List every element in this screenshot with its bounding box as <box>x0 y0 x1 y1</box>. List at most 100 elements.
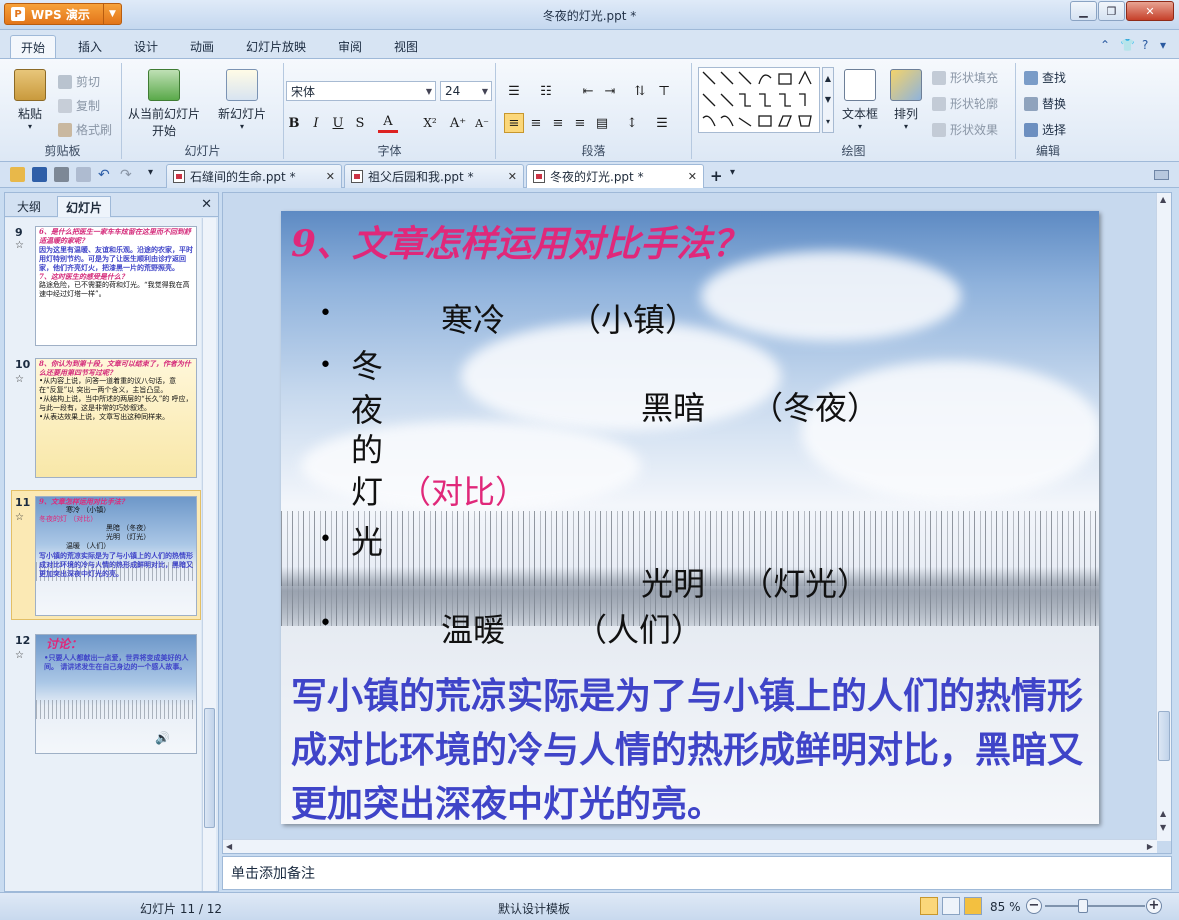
find-button[interactable]: 查找 <box>1024 69 1066 86</box>
ribbon-collapse-icon[interactable]: ⌃ <box>1100 38 1110 52</box>
new-slide-button[interactable]: 新幻灯片 ▾ <box>218 69 266 131</box>
redo-icon[interactable]: ↷ <box>120 167 135 183</box>
slide-sorter-icon[interactable] <box>942 897 960 915</box>
font-color-button[interactable]: A <box>378 113 398 133</box>
shrink-font-icon[interactable]: A⁻ <box>472 113 492 133</box>
options-chevron-icon[interactable]: ▾ <box>1160 38 1166 52</box>
tab-slides[interactable]: 幻灯片 <box>57 196 112 217</box>
tab-home[interactable]: 开始 <box>10 35 57 58</box>
summary-text[interactable]: 写小镇的荒凉实际是为了与小镇上的人们的热情形成对比环境的冷与人情的热形成鲜明对比… <box>291 669 1091 824</box>
tab-design[interactable]: 设计 <box>124 35 168 58</box>
slide-thumbnail-12[interactable]: 讨论： •只要人人都献出一点爱，世界将变成美好的人间。 请讲述发生在自己身边的一… <box>35 634 197 754</box>
cut-button[interactable]: 剪切 <box>58 73 100 90</box>
close-icon[interactable]: ✕ <box>201 197 212 212</box>
minimize-button[interactable]: ▁ <box>1070 1 1097 21</box>
text-small-town[interactable]: （小镇） <box>569 295 697 341</box>
close-icon[interactable]: ✕ <box>508 170 517 183</box>
help-icon[interactable]: ? <box>1142 38 1148 52</box>
underline-button[interactable]: U <box>328 113 348 133</box>
customize-toolbar-icon[interactable]: ▾ <box>148 167 163 182</box>
vertical-char-4[interactable]: 灯 <box>351 467 383 513</box>
increase-indent-icon[interactable]: ⇥ <box>600 81 620 101</box>
bold-button[interactable]: B <box>284 113 304 133</box>
restore-pane-icon[interactable] <box>1154 170 1169 180</box>
shadow-button[interactable]: S <box>350 113 370 133</box>
zoom-in-button[interactable]: + <box>1146 898 1162 914</box>
close-icon[interactable]: ✕ <box>326 170 335 183</box>
text-warm[interactable]: 温暖 <box>441 605 505 651</box>
decrease-indent-icon[interactable]: ⇤ <box>578 81 598 101</box>
close-window-button[interactable]: ✕ <box>1126 1 1174 21</box>
tab-outline[interactable]: 大纲 <box>9 196 49 217</box>
shape-fill-button[interactable]: 形状填充 <box>932 69 998 86</box>
text-dark[interactable]: 黑暗 <box>641 383 705 429</box>
speaker-icon[interactable]: 🔊 <box>155 731 170 745</box>
thumbnails-scrollbar[interactable] <box>202 218 216 891</box>
tab-slideshow[interactable]: 幻灯片放映 <box>236 35 316 58</box>
editor-horizontal-scrollbar[interactable]: ◀ ▶ <box>223 839 1157 853</box>
text-cold[interactable]: 寒冷 <box>441 295 505 341</box>
print-icon[interactable] <box>54 167 69 182</box>
vertical-char-5[interactable]: 光 <box>351 517 383 563</box>
distribute-icon[interactable]: ▤ <box>592 113 612 133</box>
justify-icon[interactable]: ≡ <box>570 113 590 133</box>
undo-icon[interactable]: ↶ <box>98 167 113 183</box>
select-button[interactable]: 选择 <box>1024 121 1066 138</box>
print-preview-icon[interactable] <box>76 167 91 182</box>
align-right-icon[interactable]: ≡ <box>548 113 568 133</box>
replace-button[interactable]: 替换 <box>1024 95 1066 112</box>
slideshow-icon[interactable] <box>964 897 982 915</box>
vertical-char-1[interactable]: 冬 <box>351 341 383 387</box>
columns-icon[interactable]: ☰ <box>652 113 672 133</box>
align-text-icon[interactable]: ⊤ <box>654 81 674 101</box>
copy-button[interactable]: 复制 <box>58 97 100 114</box>
maximize-button[interactable]: ❐ <box>1098 1 1125 21</box>
tab-animation[interactable]: 动画 <box>180 35 224 58</box>
shape-outline-button[interactable]: 形状轮廓 <box>932 95 998 112</box>
zoom-out-button[interactable]: − <box>1026 898 1042 914</box>
superscript-icon[interactable]: X² <box>420 113 440 133</box>
shape-effect-button[interactable]: 形状效果 <box>932 121 998 138</box>
textbox-button[interactable]: 文本框 ▾ <box>842 69 878 131</box>
zoom-slider-knob[interactable] <box>1078 899 1088 913</box>
slide-title[interactable]: 9、文章怎样运用对比手法？ <box>291 215 748 267</box>
grow-font-icon[interactable]: A⁺ <box>448 113 468 133</box>
normal-view-icon[interactable] <box>920 897 938 915</box>
text-lamplight[interactable]: （灯光） <box>741 559 869 605</box>
font-name-select[interactable]: 宋体 ▼ <box>286 81 436 101</box>
slide-thumbnail-11[interactable]: 9、文章怎样运用对比手法？ 寒冷 （小镇） 冬夜的灯 （对比） 黑暗 （冬夜） … <box>35 496 197 616</box>
skin-icon[interactable]: 👕 <box>1120 38 1135 52</box>
arrange-button[interactable]: 排列 ▾ <box>890 69 922 131</box>
font-size-select[interactable]: 24 ▼ <box>440 81 492 101</box>
zoom-slider-track[interactable] <box>1045 905 1145 907</box>
doc-tab-3[interactable]: 冬夜的灯光.ppt * ✕ <box>526 164 704 188</box>
numbering-icon[interactable]: ☷ <box>536 81 556 101</box>
open-folder-icon[interactable] <box>10 167 25 182</box>
scroll-thumb[interactable] <box>1158 711 1170 761</box>
format-painter-button[interactable]: 格式刷 <box>58 121 112 138</box>
slide-thumbnail-10[interactable]: 8、你认为到第十段，文章可以结束了，作者为什么还要用第四节写过呢？ •从内容上说… <box>35 358 197 478</box>
align-center-icon[interactable]: ≡ <box>526 113 546 133</box>
text-bright[interactable]: 光明 <box>641 559 705 605</box>
shapes-gallery-scroll[interactable]: ▲ ▼ ▾ <box>822 67 834 133</box>
new-tab-icon[interactable]: + <box>710 167 725 185</box>
tab-review[interactable]: 审阅 <box>328 35 372 58</box>
tab-list-chevron-icon[interactable]: ▾ <box>730 167 745 182</box>
slide-thumbnail-9[interactable]: 6、是什么把医生一家车车炫留在这里而不回到舒适温暖的家呢？ 因为这里有温暖、友谊… <box>35 226 197 346</box>
text-direction-icon[interactable]: ⇅ <box>630 81 650 101</box>
vertical-char-3[interactable]: 的 <box>351 425 383 471</box>
text-winter-night[interactable]: （冬夜） <box>751 383 879 429</box>
editor-vertical-scrollbar[interactable]: ▲ ▲ ▼ <box>1156 193 1171 841</box>
bullets-icon[interactable]: ☰ <box>504 81 524 101</box>
close-icon[interactable]: ✕ <box>688 170 697 183</box>
shapes-gallery[interactable] <box>698 67 820 133</box>
tab-view[interactable]: 视图 <box>384 35 428 58</box>
scroll-thumb[interactable] <box>204 708 215 828</box>
tab-insert[interactable]: 插入 <box>68 35 112 58</box>
notes-field[interactable]: 单击添加备注 <box>222 856 1172 890</box>
text-people[interactable]: （人们） <box>575 605 703 651</box>
doc-tab-2[interactable]: 祖父后园和我.ppt * ✕ <box>344 164 524 188</box>
text-contrast[interactable]: （对比） <box>399 467 527 513</box>
doc-tab-1[interactable]: 石缝间的生命.ppt * ✕ <box>166 164 342 188</box>
paste-button[interactable]: 粘贴 ▾ <box>14 69 46 131</box>
